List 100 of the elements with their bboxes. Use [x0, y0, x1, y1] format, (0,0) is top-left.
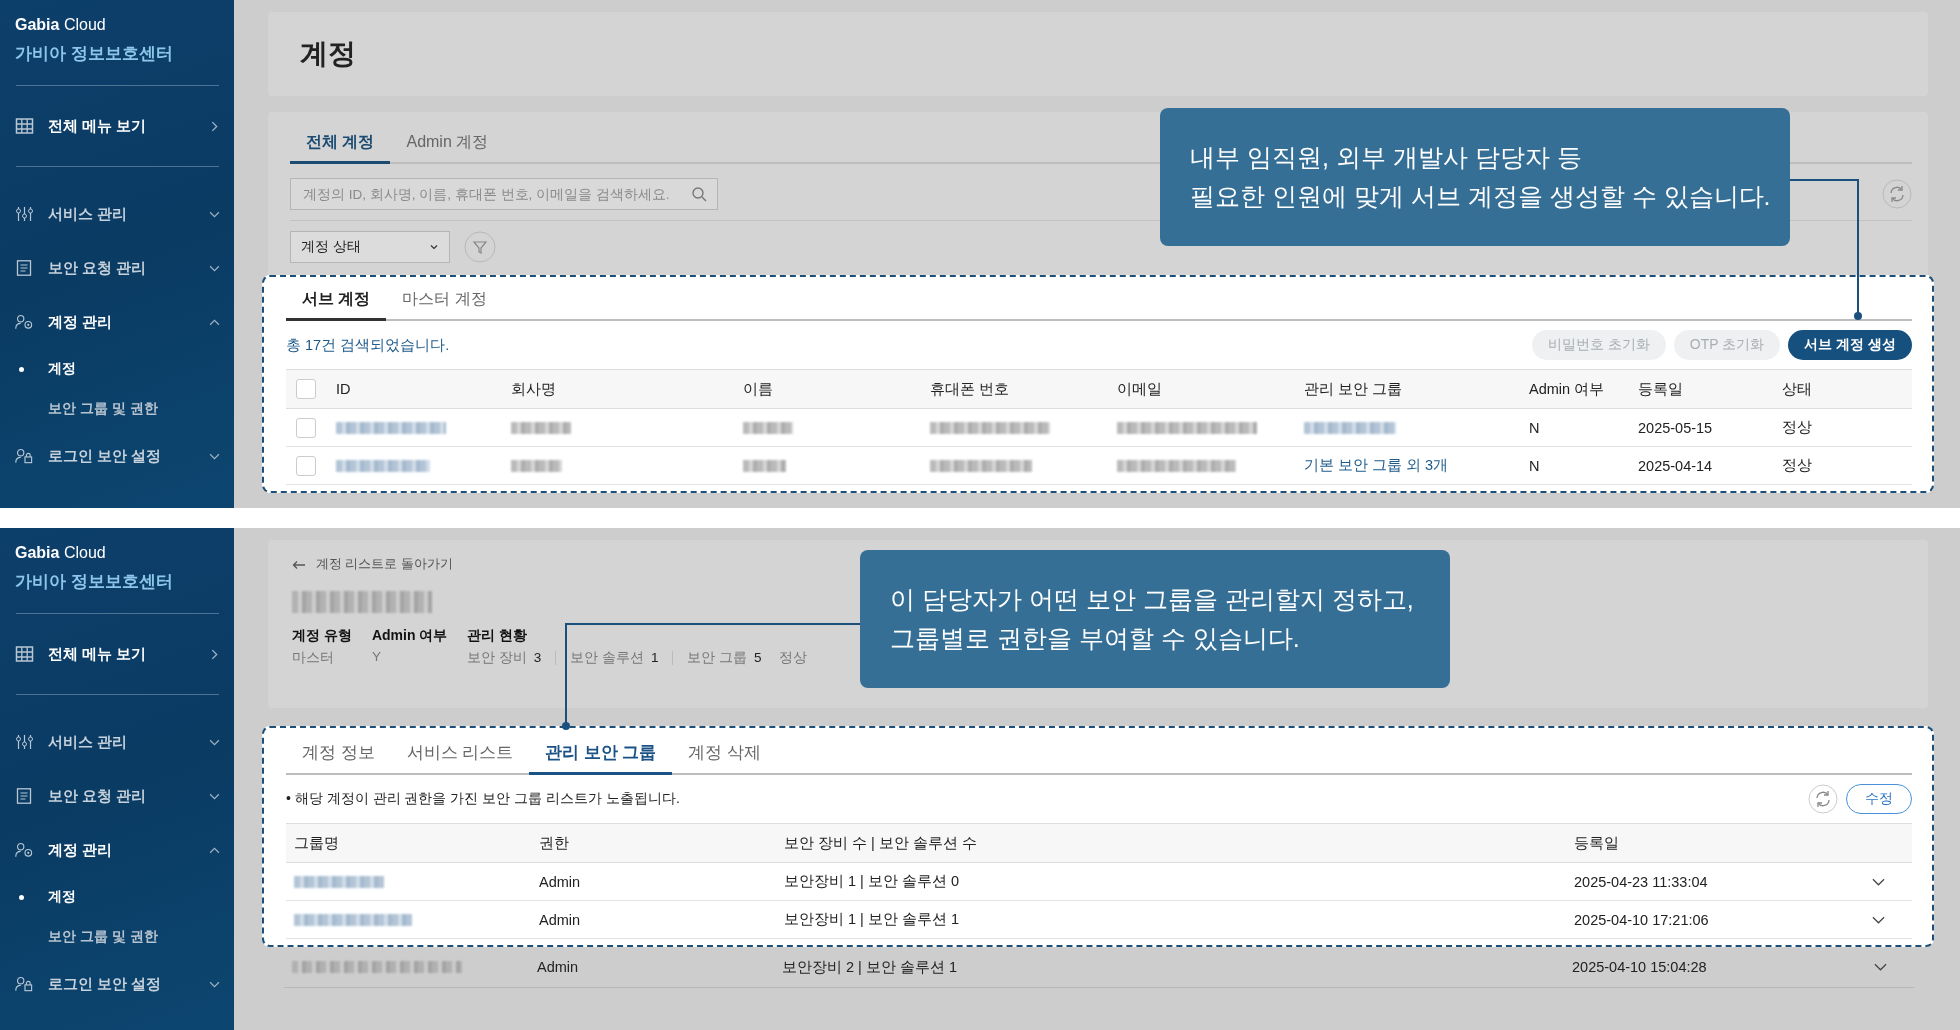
tab[interactable]: 마스터 계정: [386, 281, 503, 321]
meta-value: 정상: [779, 649, 808, 667]
user-lock-icon: [15, 976, 34, 992]
table-cell-text: 2025-04-23 11:33:04: [1574, 873, 1709, 890]
table-cell-text: 보안장비 1 | 보안 솔루션 0: [784, 872, 961, 891]
column-header: 상태: [1782, 379, 1813, 399]
tab[interactable]: 관리 보안 그룹: [529, 734, 673, 775]
column-header: 회사명: [511, 379, 557, 399]
back-arrow-icon: [292, 559, 306, 570]
table-cell-text: 정상: [1782, 418, 1813, 437]
chevron-down-icon[interactable]: [1874, 963, 1887, 971]
user-lock-icon: [15, 448, 34, 464]
column-header: 휴대폰 번호: [930, 379, 1011, 399]
sidebar-menu-item[interactable]: 서비스 관리: [15, 187, 220, 241]
checkbox[interactable]: [296, 417, 316, 438]
tab[interactable]: Admin 계정: [390, 124, 505, 164]
brand-name: Gabia Cloud: [15, 16, 107, 34]
checkbox[interactable]: [296, 455, 316, 476]
page-title: 계정: [300, 37, 356, 71]
chevron-down-icon[interactable]: [1872, 915, 1885, 924]
status-dropdown[interactable]: 계정 상태: [290, 231, 450, 263]
checkbox[interactable]: [296, 379, 316, 399]
table-cell-text: N: [1529, 419, 1541, 436]
table-cell-text: Admin: [539, 911, 582, 928]
sidebar-submenu-item[interactable]: 계정: [15, 349, 218, 389]
chevron-up-icon: [209, 844, 220, 856]
sliders-icon: [15, 206, 34, 222]
meta-label: 관리 현황: [467, 627, 529, 645]
column-header: 그룹명: [294, 833, 340, 853]
table-cell-text: 2025-04-10 15:04:28: [1572, 959, 1708, 975]
sidebar-submenu-item[interactable]: 보안 그룹 및 권한: [15, 389, 218, 429]
table-cell-text: 보안장비 1 | 보안 솔루션 1: [784, 910, 961, 929]
action-button[interactable]: 서브 계정 생성: [1788, 330, 1912, 360]
chevron-down-icon[interactable]: [1872, 877, 1885, 886]
document-icon: [15, 788, 34, 804]
filter-icon[interactable]: [464, 231, 496, 263]
edit-button[interactable]: 수정: [1846, 784, 1912, 814]
brand-name: Gabia Cloud: [15, 544, 107, 562]
info-note: • 해당 계정이 관리 권한을 가진 보안 그룹 리스트가 노출됩니다.: [286, 790, 680, 808]
table-cell-text: 2025-05-15: [1638, 419, 1714, 436]
meta-value: Y: [371, 649, 382, 664]
blurred-text: [743, 459, 786, 472]
table-cell-text: 정상: [1782, 456, 1813, 475]
user-gear-icon: [15, 842, 34, 858]
sidebar-submenu-item[interactable]: 보안 그룹 및 권한: [15, 917, 218, 957]
meta-value: 보안 장비 3: [467, 649, 542, 667]
all-menu-item[interactable]: 전체 메뉴 보기: [15, 634, 220, 674]
column-header: 이름: [743, 379, 774, 399]
chevron-right-icon: [209, 120, 220, 132]
sidebar-submenu-item[interactable]: 계정: [15, 877, 218, 917]
sidebar-menu-item[interactable]: 보안 요청 관리: [15, 241, 220, 295]
table-cell-text: 2025-04-10 17:21:06: [1574, 911, 1710, 928]
result-count: 총 17건 검색되었습니다.: [286, 335, 450, 355]
blurred-text: [511, 421, 571, 434]
search-field[interactable]: 계정의 ID, 회사명, 이름, 휴대폰 번호, 이메일을 검색하세요.: [290, 178, 718, 210]
refresh-icon[interactable]: [1808, 784, 1838, 814]
table-cell-text: 보안장비 2 | 보안 솔루션 1: [782, 957, 959, 977]
column-header: ID: [336, 381, 352, 397]
tab[interactable]: 서브 계정: [286, 281, 387, 321]
column-header: 등록일: [1574, 833, 1620, 853]
search-icon: [691, 186, 707, 202]
meta-value: 마스터: [292, 649, 335, 667]
sidebar-menu-item[interactable]: 계정 관리: [15, 295, 220, 349]
meta-value: 보안 그룹 5: [687, 649, 762, 667]
all-menu-item[interactable]: 전체 메뉴 보기: [15, 106, 220, 146]
meta-label: Admin 여부: [371, 627, 448, 645]
grid-icon: [15, 646, 34, 662]
blurred-text: [743, 421, 793, 434]
brand-subtitle: 가비아 정보보호센터: [15, 43, 174, 65]
back-link[interactable]: 계정 리스트로 돌아가기: [292, 556, 453, 573]
callout-text: 내부 임직원, 외부 개발사 담당자 등 필요한 인원에 맞게 서브 계정을 생성할 수 있습니다.: [1190, 142, 1771, 212]
grid-icon: [15, 118, 34, 134]
meta-value: 보안 솔루션 1: [570, 649, 659, 667]
brand-subtitle: 가비아 정보보호센터: [15, 571, 174, 593]
caret-icon: [429, 242, 439, 252]
column-header: 보안 장비 수 | 보안 솔루션 수: [784, 833, 978, 853]
callout-text: 이 담당자가 어떤 보안 그룹을 관리할지 정하고, 그룹별로 권한을 부여할 수 있습니다.: [890, 584, 1414, 654]
chevron-right-icon: [209, 648, 220, 660]
tab[interactable]: 계정 정보: [286, 734, 391, 775]
chevron-up-icon: [209, 316, 220, 328]
tab[interactable]: 계정 삭제: [672, 734, 777, 775]
tab[interactable]: 서비스 리스트: [390, 734, 530, 775]
sidebar-menu-item[interactable]: 계정 관리: [15, 823, 220, 877]
sidebar-menu-item[interactable]: 로그인 보안 설정: [15, 957, 220, 1011]
sidebar-menu-item[interactable]: 보안 요청 관리: [15, 769, 220, 823]
table-cell-text: 2025-04-14: [1638, 457, 1714, 474]
column-header: 권한: [539, 833, 570, 853]
document-icon: [15, 260, 34, 276]
refresh-icon[interactable]: [1882, 179, 1912, 209]
user-gear-icon: [15, 314, 34, 330]
sidebar-menu-item[interactable]: 로그인 보안 설정: [15, 429, 220, 483]
column-header: 이메일: [1117, 379, 1163, 399]
column-header: Admin 여부: [1529, 379, 1606, 399]
table-cell[interactable]: 기본 보안 그룹 외 3개: [1304, 456, 1449, 475]
sidebar-menu-item[interactable]: 서비스 관리: [15, 715, 220, 769]
column-header: 등록일: [1638, 379, 1684, 399]
sliders-icon: [15, 734, 34, 750]
meta-label: 계정 유형: [292, 627, 352, 645]
table-cell-text: N: [1529, 457, 1541, 474]
tab[interactable]: 전체 계정: [290, 124, 391, 164]
